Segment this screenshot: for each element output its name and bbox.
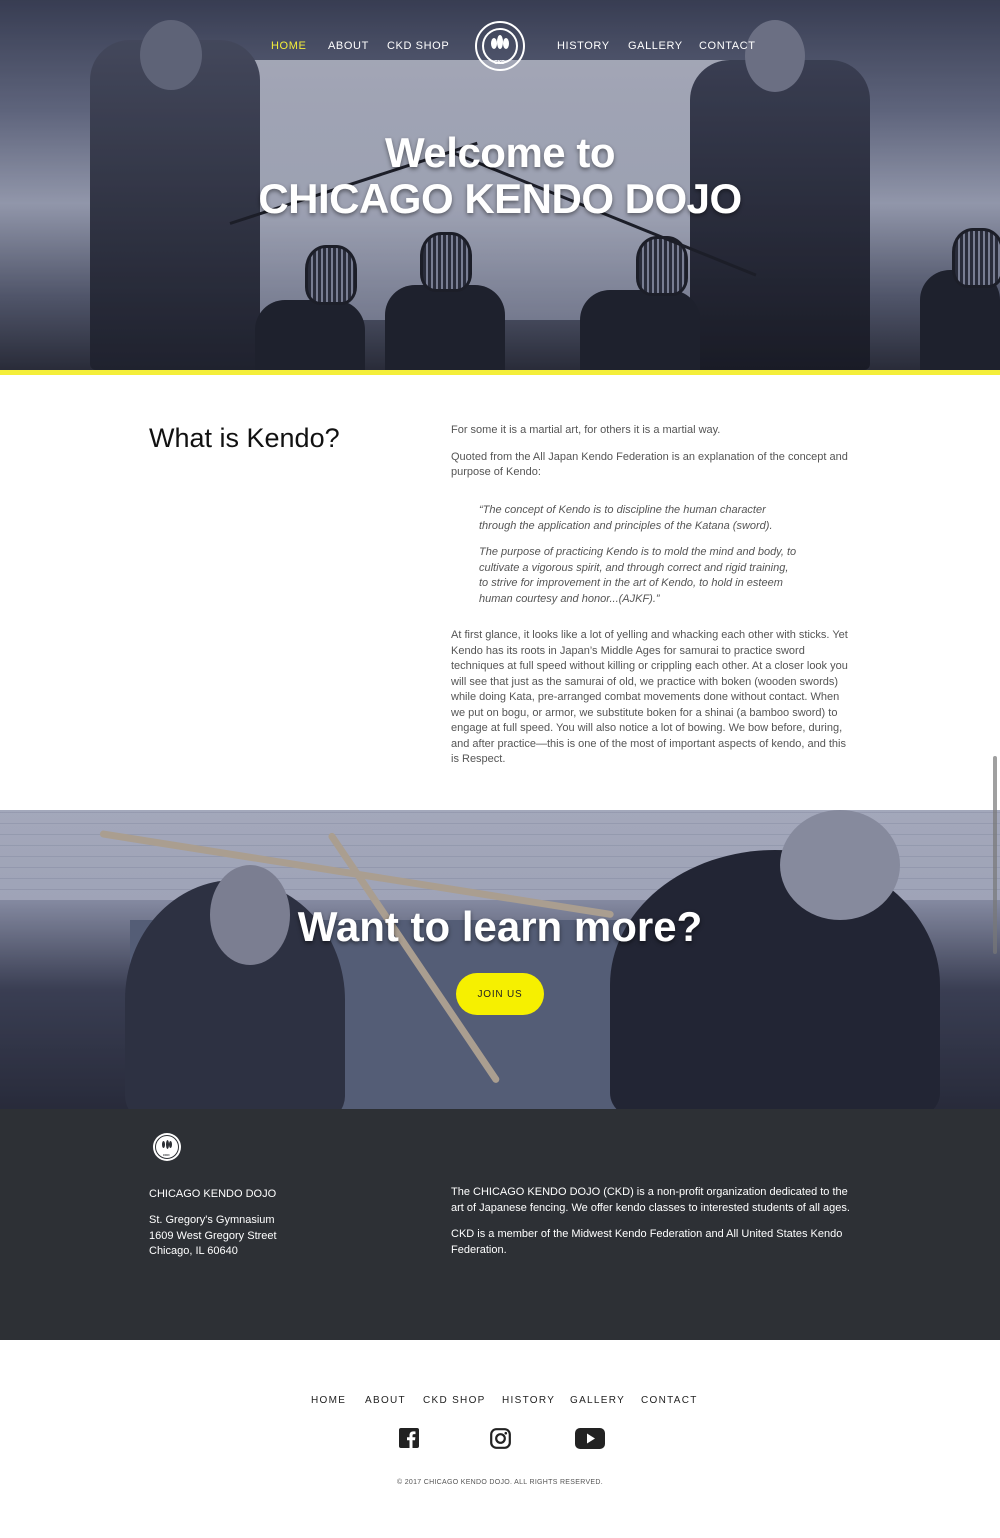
section-title: What is Kendo? — [149, 423, 340, 453]
address-line: 1609 West Gregory Street — [149, 1229, 277, 1242]
footer-crest-icon[interactable]: CKD — [153, 1133, 181, 1161]
footer-nav-history[interactable]: HISTORY — [502, 1395, 555, 1406]
kendo-description: At first glance, it looks like a lot of … — [451, 629, 848, 765]
nav-ckd-shop[interactable]: CKD SHOP — [387, 40, 449, 52]
page-scrollbar[interactable] — [993, 756, 997, 954]
nav-history[interactable]: HISTORY — [557, 40, 610, 52]
footer-nav-ckd-shop[interactable]: CKD SHOP — [423, 1395, 486, 1406]
address-line: Chicago, IL 60640 — [149, 1245, 238, 1257]
address-line: St. Gregory's Gymnasium — [149, 1214, 275, 1226]
nav-contact[interactable]: CONTACT — [699, 40, 756, 52]
cta-banner — [0, 810, 1000, 1109]
hero-banner: HOME ABOUT CKD SHOP HISTORY GALLERY CONT… — [0, 0, 1000, 370]
quote-paragraph: The purpose of practicing Kendo is to mo… — [479, 546, 797, 605]
ajkf-quote: “The concept of Kendo is to discipline t… — [479, 503, 799, 618]
kendo-intro-paragraph: For some it is a martial art, for others… — [451, 424, 721, 436]
facebook-icon[interactable] — [399, 1428, 419, 1453]
site-footer: CKD CHICAGO KENDO DOJO St. Gregory's Gym… — [0, 1109, 1000, 1340]
footer-about: The CHICAGO KENDO DOJO (CKD) is a non-pr… — [451, 1185, 861, 1269]
footer-nav-home[interactable]: HOME — [311, 1395, 346, 1406]
hero-accent-bar — [0, 370, 1000, 375]
copyright: © 2017 CHICAGO KENDO DOJO. ALL RIGHTS RE… — [397, 1479, 603, 1486]
footer-nav-contact[interactable]: CONTACT — [641, 1395, 698, 1406]
youtube-icon[interactable] — [575, 1428, 605, 1454]
footer-nav-gallery[interactable]: GALLERY — [570, 1395, 625, 1406]
hero-title-line2: CHICAGO KENDO DOJO — [258, 175, 742, 222]
footer-about-paragraph: CKD is a member of the Midwest Kendo Fed… — [451, 1228, 843, 1256]
kendo-intro-paragraph: Quoted from the All Japan Kendo Federati… — [451, 450, 848, 479]
nav-home[interactable]: HOME — [271, 40, 306, 52]
join-us-button[interactable]: JOIN US — [456, 973, 544, 1015]
footer-about-paragraph: The CHICAGO KENDO DOJO (CKD) is a non-pr… — [451, 1186, 850, 1214]
ckd-crest-icon[interactable]: CKD — [474, 20, 526, 72]
instagram-icon[interactable] — [490, 1428, 511, 1454]
footer-org-name: CHICAGO KENDO DOJO — [149, 1188, 277, 1200]
footer-navigation: HOME ABOUT CKD SHOP HISTORY GALLERY CONT… — [0, 1395, 1000, 1409]
kendo-intro: For some it is a martial art, for others… — [451, 423, 851, 492]
footer-nav-about[interactable]: ABOUT — [365, 1395, 406, 1406]
footer-address: St. Gregory's Gymnasium 1609 West Gregor… — [149, 1213, 277, 1260]
nav-about[interactable]: ABOUT — [328, 40, 369, 52]
hero-title: Welcome to CHICAGO KENDO DOJO — [0, 130, 1000, 222]
hero-title-line1: Welcome to — [385, 129, 615, 176]
quote-paragraph: “The concept of Kendo is to discipline t… — [479, 504, 773, 532]
cta-title: Want to learn more? — [297, 903, 703, 950]
nav-gallery[interactable]: GALLERY — [628, 40, 683, 52]
